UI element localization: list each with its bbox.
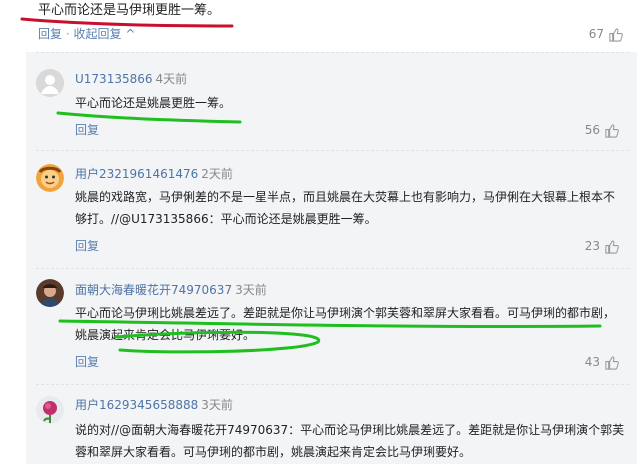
reply-username-row: 面朝大海春暖花开74970637 3天前 xyxy=(75,282,267,298)
parent-comment-actions: 回复 · 收起回复 ^ xyxy=(38,26,135,42)
like-button[interactable]: 56 xyxy=(585,122,619,138)
thumbs-up-icon xyxy=(605,239,619,254)
divider xyxy=(36,52,629,53)
reply-link[interactable]: 回复 xyxy=(38,27,62,41)
collapse-replies-link[interactable]: 收起回复 xyxy=(74,27,122,41)
thumbs-up-icon xyxy=(605,355,619,370)
like-count: 56 xyxy=(584,123,600,137)
like-button[interactable]: 67 xyxy=(589,26,623,42)
reply-username[interactable]: 面朝大海春暖花开74970637 xyxy=(75,283,232,297)
reply-text: 平心而论还是姚晨更胜一筹。 xyxy=(75,96,232,110)
reply-username[interactable]: U173135866 xyxy=(75,72,153,86)
like-button[interactable]: 43 xyxy=(585,354,619,370)
parent-comment-text: 平心而论还是马伊琍更胜一筹。 xyxy=(38,3,221,18)
reply-thread: U173135866 4天前 平心而论还是姚晨更胜一筹。 回复 56 用户2321… xyxy=(26,52,637,464)
thumbs-up-icon xyxy=(609,27,623,42)
parent-comment: 平心而论还是马伊琍更胜一筹。 回复 · 收起回复 ^ 67 xyxy=(0,0,641,50)
like-button[interactable]: 23 xyxy=(585,238,619,254)
reply-time: 2天前 xyxy=(201,167,233,181)
reply-item: 用户1629345658888 3天前 说的对//@面朝大海春暖花开7497063… xyxy=(26,384,637,464)
reply-username-row: 用户1629345658888 3天前 xyxy=(75,397,233,413)
reply-text: 平心而论马伊琍比姚晨差远了。差距就是你让马伊琍演个郭芙蓉和翠屏大家看看。可马伊琍… xyxy=(75,306,616,342)
separator: · xyxy=(65,27,70,41)
chevron-up-icon[interactable]: ^ xyxy=(125,27,135,41)
like-count: 43 xyxy=(584,355,600,369)
reply-link[interactable]: 回复 xyxy=(75,239,99,253)
reply-item: U173135866 4天前 平心而论还是姚晨更胜一筹。 回复 56 xyxy=(26,52,637,142)
flower-avatar-icon[interactable] xyxy=(36,396,64,424)
reply-username-row: 用户2321961461476 2天前 xyxy=(75,166,233,182)
reply-username[interactable]: 用户1629345658888 xyxy=(75,398,198,412)
thumbs-up-icon xyxy=(605,123,619,138)
reply-time: 3天前 xyxy=(235,283,267,297)
like-count: 67 xyxy=(588,27,604,41)
reply-actions: 回复 xyxy=(75,354,99,370)
like-count: 23 xyxy=(584,239,600,253)
reply-link[interactable]: 回复 xyxy=(75,355,99,369)
reply-item: 用户2321961461476 2天前 姚晨的戏路宽，马伊俐差的不是一星半点，而且… xyxy=(26,150,637,266)
divider xyxy=(36,268,629,269)
reply-time: 4天前 xyxy=(155,72,188,86)
divider xyxy=(36,384,629,385)
reply-link[interactable]: 回复 xyxy=(75,123,99,137)
divider xyxy=(36,150,629,151)
reply-text: 姚晨的戏路宽，马伊俐差的不是一星半点，而且姚晨在大荧幕上也有影响力，马伊俐在大银… xyxy=(75,190,616,226)
reply-item: 面朝大海春暖花开74970637 3天前 平心而论马伊琍比姚晨差远了。差距就是你让… xyxy=(26,268,637,382)
default-avatar-icon[interactable] xyxy=(36,69,64,97)
reply-actions: 回复 xyxy=(75,122,99,138)
reply-text: 说的对//@面朝大海春暖花开74970637：平心而论马伊琍比姚晨差远了。差距就… xyxy=(75,423,625,459)
reply-username[interactable]: 用户2321961461476 xyxy=(75,167,198,181)
reply-actions: 回复 xyxy=(75,238,99,254)
cartoon-avatar-icon[interactable] xyxy=(36,164,64,192)
reply-time: 3天前 xyxy=(201,398,233,412)
photo-avatar-icon[interactable] xyxy=(36,279,64,307)
reply-username-row: U173135866 4天前 xyxy=(75,71,187,87)
